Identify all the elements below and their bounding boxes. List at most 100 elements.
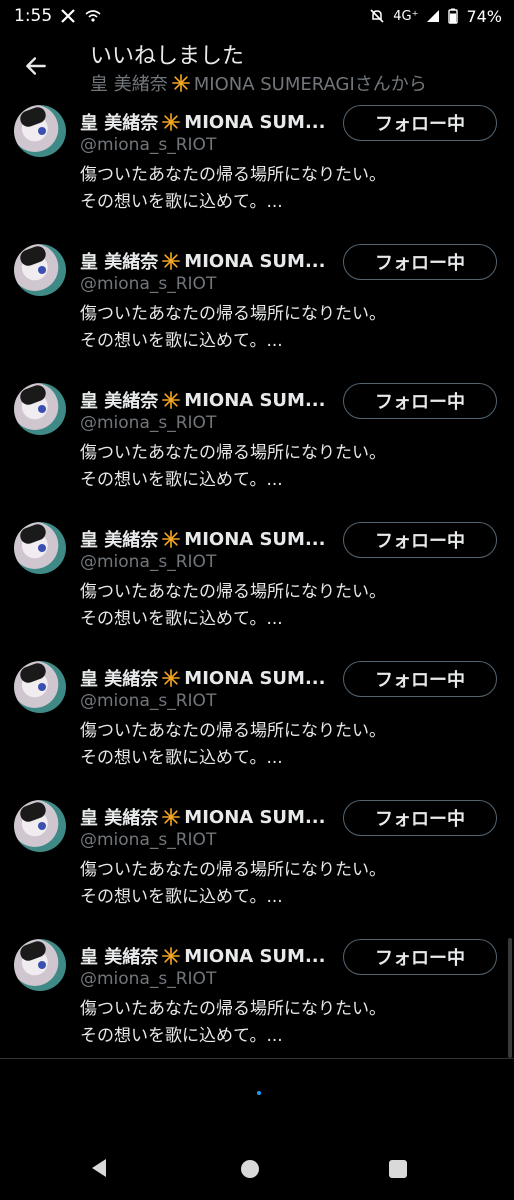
user-cell[interactable]: 皇 美緒奈 MIONA SUM... @miona_s_RIOT 傷ついたあなた…	[0, 936, 514, 1075]
signal-icon	[426, 9, 440, 23]
back-arrow-icon	[26, 57, 46, 75]
user-bio: 傷ついたあなたの帰る場所になりたい。 その想いを歌に込めて。...	[80, 718, 386, 772]
nav-back-icon[interactable]	[88, 1157, 110, 1183]
bio-line: 傷ついたあなたの帰る場所になりたい。	[80, 443, 386, 463]
user-handle: @miona_s_RIOT	[80, 969, 217, 989]
bio-line: 傷ついたあなたの帰る場所になりたい。	[80, 721, 386, 741]
user-name: 皇 美緒奈 MIONA SUM...	[80, 943, 330, 969]
user-name: 皇 美緒奈 MIONA SUM...	[80, 248, 330, 274]
user-name-en: MIONA SUM...	[184, 250, 326, 272]
scrollbar[interactable]	[508, 938, 512, 1058]
user-cell[interactable]: 皇 美緒奈 MIONA SUM... @miona_s_RIOT 傷ついたあなた…	[0, 797, 514, 936]
user-name-jp: 皇 美緒奈	[80, 391, 159, 412]
user-name-jp: 皇 美緒奈	[80, 530, 159, 551]
sparkle-icon	[162, 530, 181, 548]
following-button[interactable]: フォロー中	[343, 939, 497, 975]
bio-line: その想いを歌に込めて。...	[80, 748, 283, 768]
sparkle-icon	[162, 391, 181, 409]
nav-recent-apps-icon[interactable]	[389, 1160, 407, 1178]
user-cell[interactable]: 皇 美緒奈 MIONA SUM... @miona_s_RIOT 傷ついたあなた…	[0, 241, 514, 380]
user-handle: @miona_s_RIOT	[80, 135, 217, 155]
avatar[interactable]	[14, 522, 66, 574]
following-button[interactable]: フォロー中	[343, 661, 497, 697]
user-name: 皇 美緒奈 MIONA SUM...	[80, 665, 330, 691]
user-cell[interactable]: 皇 美緒奈 MIONA SUM... @miona_s_RIOT 傷ついたあなた…	[0, 519, 514, 658]
user-name-en: MIONA SUM...	[184, 111, 326, 133]
user-name-en: MIONA SUM...	[184, 389, 326, 411]
avatar[interactable]	[14, 800, 66, 852]
status-time: 1:55	[14, 6, 53, 26]
user-name-en: MIONA SUM...	[184, 667, 326, 689]
user-handle: @miona_s_RIOT	[80, 691, 217, 711]
battery-icon	[448, 8, 459, 24]
user-cell[interactable]: 皇 美緒奈 MIONA SUM... @miona_s_RIOT 傷ついたあなた…	[0, 102, 514, 241]
x-logo-icon	[60, 8, 76, 24]
sparkle-icon	[162, 947, 181, 965]
battery-percent: 74%	[466, 6, 502, 26]
loading-indicator	[257, 1091, 261, 1095]
avatar[interactable]	[14, 105, 66, 157]
page-subtitle: 皇 美緒奈 MIONA SUMERAGIさんから	[90, 70, 427, 96]
system-nav-bar	[0, 1140, 514, 1200]
bio-line: その想いを歌に込めて。...	[80, 331, 283, 351]
bio-line: その想いを歌に込めて。...	[80, 1026, 283, 1046]
user-name-en: MIONA SUM...	[184, 945, 326, 967]
sparkle-icon	[171, 74, 190, 92]
wifi-calling-icon	[84, 8, 102, 24]
header: いいねしました 皇 美緒奈 MIONA SUMERAGIさんから	[0, 32, 514, 102]
following-button[interactable]: フォロー中	[343, 105, 497, 141]
user-bio: 傷ついたあなたの帰る場所になりたい。 その想いを歌に込めて。...	[80, 301, 386, 355]
user-handle: @miona_s_RIOT	[80, 274, 217, 294]
bio-line: その想いを歌に込めて。...	[80, 470, 283, 490]
user-name: 皇 美緒奈 MIONA SUM...	[80, 804, 330, 830]
avatar[interactable]	[14, 244, 66, 296]
user-bio: 傷ついたあなたの帰る場所になりたい。 その想いを歌に込めて。...	[80, 440, 386, 494]
nav-home-icon[interactable]	[241, 1160, 259, 1178]
subtitle-rest: MIONA SUMERAGIさんから	[193, 74, 427, 95]
user-name-jp: 皇 美緒奈	[80, 947, 159, 968]
user-name-jp: 皇 美緒奈	[80, 808, 159, 829]
user-bio: 傷ついたあなたの帰る場所になりたい。 その想いを歌に込めて。...	[80, 579, 386, 633]
user-name-jp: 皇 美緒奈	[80, 669, 159, 690]
bio-line: 傷ついたあなたの帰る場所になりたい。	[80, 999, 386, 1019]
mute-icon	[369, 8, 385, 24]
user-cell[interactable]: 皇 美緒奈 MIONA SUM... @miona_s_RIOT 傷ついたあなた…	[0, 658, 514, 797]
following-button[interactable]: フォロー中	[343, 383, 497, 419]
sparkle-icon	[162, 252, 181, 270]
user-name: 皇 美緒奈 MIONA SUM...	[80, 387, 330, 413]
avatar[interactable]	[14, 383, 66, 435]
user-name-en: MIONA SUM...	[184, 528, 326, 550]
status-right: 4G⁺ 74%	[369, 7, 502, 26]
user-cell[interactable]: 皇 美緒奈 MIONA SUM... @miona_s_RIOT 傷ついたあなた…	[0, 380, 514, 519]
status-left: 1:55	[14, 6, 102, 26]
bio-line: 傷ついたあなたの帰る場所になりたい。	[80, 860, 386, 880]
liked-by-list: 皇 美緒奈 MIONA SUM... @miona_s_RIOT 傷ついたあなた…	[0, 102, 514, 1075]
bio-line: 傷ついたあなたの帰る場所になりたい。	[80, 582, 386, 602]
status-bar: 1:55 4G⁺ 74%	[0, 0, 514, 32]
bio-line: その想いを歌に込めて。...	[80, 192, 283, 212]
user-bio: 傷ついたあなたの帰る場所になりたい。 その想いを歌に込めて。...	[80, 162, 386, 216]
bio-line: その想いを歌に込めて。...	[80, 887, 283, 907]
list-divider	[0, 1058, 514, 1059]
avatar[interactable]	[14, 939, 66, 991]
avatar[interactable]	[14, 661, 66, 713]
bio-line: 傷ついたあなたの帰る場所になりたい。	[80, 304, 386, 324]
sparkle-icon	[162, 669, 181, 687]
user-name-jp: 皇 美緒奈	[80, 252, 159, 273]
user-name-jp: 皇 美緒奈	[80, 113, 159, 134]
page-title: いいねしました	[90, 44, 245, 69]
user-bio: 傷ついたあなたの帰る場所になりたい。 その想いを歌に込めて。...	[80, 996, 386, 1050]
user-bio: 傷ついたあなたの帰る場所になりたい。 その想いを歌に込めて。...	[80, 857, 386, 911]
following-button[interactable]: フォロー中	[343, 244, 497, 280]
user-name: 皇 美緒奈 MIONA SUM...	[80, 526, 330, 552]
user-name: 皇 美緒奈 MIONA SUM...	[80, 109, 330, 135]
back-button[interactable]	[20, 50, 52, 82]
user-handle: @miona_s_RIOT	[80, 830, 217, 850]
sparkle-icon	[162, 808, 181, 826]
network-type: 4G⁺	[393, 8, 419, 24]
following-button[interactable]: フォロー中	[343, 800, 497, 836]
bio-line: その想いを歌に込めて。...	[80, 609, 283, 629]
following-button[interactable]: フォロー中	[343, 522, 497, 558]
bio-line: 傷ついたあなたの帰る場所になりたい。	[80, 165, 386, 185]
user-handle: @miona_s_RIOT	[80, 413, 217, 433]
